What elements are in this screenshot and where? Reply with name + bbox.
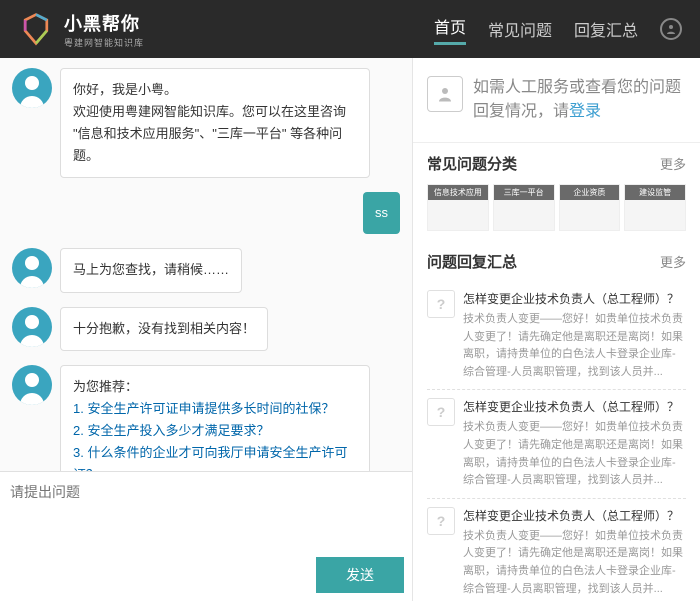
nav-faq[interactable]: 常见问题 xyxy=(488,17,552,41)
header: 小黑帮你 粵建网智能知识库 首页 常见问题 回复汇总 xyxy=(0,0,700,58)
section-title: 常见问题分类 xyxy=(427,153,517,174)
faq-content: 怎样变更企业技术负责人（总工程师）？ 技术负责人变更——您好！如贵单位技术负责人变… xyxy=(463,507,686,598)
nav-replies[interactable]: 回复汇总 xyxy=(574,17,638,41)
category-list: 信息技术应用三库一平台企业资质建设监管 xyxy=(427,184,686,231)
category-thumb xyxy=(428,200,488,230)
faq-content: 怎样变更企业技术负责人（总工程师）？ 技术负责人变更——您好！如贵单位技术负责人变… xyxy=(463,290,686,381)
question-icon: ? xyxy=(427,398,455,426)
bot-avatar xyxy=(12,68,52,108)
faq-question: 怎样变更企业技术负责人（总工程师）？ xyxy=(463,398,686,415)
brand-subtitle: 粵建网智能知识库 xyxy=(64,36,144,49)
main: 你好，我是小粤。 欢迎使用粤建网智能知识库。您可以在这里咨询 "信息和技术应用服… xyxy=(0,58,700,601)
faq-item[interactable]: ? 怎样变更企业技术负责人（总工程师）？ 技术负责人变更——您好！如贵单位技术负责人… xyxy=(427,390,686,498)
faq-content: 怎样变更企业技术负责人（总工程师）？ 技术负责人变更——您好！如贵单位技术负责人变… xyxy=(463,398,686,489)
message-bubble: ss xyxy=(363,192,400,234)
bot-message: 你好，我是小粤。 欢迎使用粤建网智能知识库。您可以在这里咨询 "信息和技术应用服… xyxy=(12,68,400,178)
category-item[interactable]: 信息技术应用 xyxy=(427,184,489,231)
greeting-text: 你好，我是小粤。 xyxy=(73,79,357,101)
rec-item[interactable]: 3. 什么条件的企业才可向我厅申请安全生产许可证？ xyxy=(73,442,357,471)
category-item[interactable]: 三库一平台 xyxy=(493,184,555,231)
message-bubble: 你好，我是小粤。 欢迎使用粤建网智能知识库。您可以在这里咨询 "信息和技术应用服… xyxy=(60,68,370,178)
faq-list: ? 怎样变更企业技术负责人（总工程师）？ 技术负责人变更——您好！如贵单位技术负责人… xyxy=(427,282,686,601)
login-line2: 回复情况，请 xyxy=(473,103,569,120)
login-text: 如需人工服务或查看您的问题 回复情况，请登录 xyxy=(473,76,686,124)
section-header: 问题回复汇总 更多 xyxy=(427,251,686,272)
category-item[interactable]: 建设监管 xyxy=(624,184,686,231)
faq-answer: 技术负责人变更——您好！如贵单位技术负责人变更了！请先确定他是离职还是离岗！如果… xyxy=(463,528,686,598)
login-link[interactable]: 登录 xyxy=(569,103,601,120)
bot-avatar xyxy=(12,365,52,405)
sidebar: 如需人工服务或查看您的问题 回复情况，请登录 常见问题分类 更多 信息技术应用三… xyxy=(412,58,700,601)
category-label: 三库一平台 xyxy=(494,185,554,200)
faq-question: 怎样变更企业技术负责人（总工程师）？ xyxy=(463,507,686,524)
category-thumb xyxy=(494,200,554,230)
question-icon: ? xyxy=(427,290,455,318)
faq-item[interactable]: ? 怎样变更企业技术负责人（总工程师）？ 技术负责人变更——您好！如贵单位技术负责人… xyxy=(427,282,686,390)
faq-answer: 技术负责人变更——您好！如贵单位技术负责人变更了！请先确定他是离职还是离岗！如果… xyxy=(463,311,686,381)
send-bar: 发送 xyxy=(0,549,412,601)
recommendation-bubble: 为您推荐： 1. 安全生产许可证申请提供多长时间的社保？2. 安全生产投入多少才… xyxy=(60,365,370,471)
user-icon[interactable] xyxy=(660,18,682,40)
brand: 小黑帮你 粵建网智能知识库 xyxy=(64,10,144,49)
intro-text: 欢迎使用粤建网智能知识库。您可以在这里咨询 "信息和技术应用服务"、"三库一平台… xyxy=(73,101,357,167)
category-label: 建设监管 xyxy=(625,185,685,200)
input-area: 发送 xyxy=(0,471,412,601)
category-item[interactable]: 企业资质 xyxy=(559,184,621,231)
message-bubble: 十分抱歉，没有找到相关内容！ xyxy=(60,307,268,351)
bot-message: 十分抱歉，没有找到相关内容！ xyxy=(12,307,400,351)
faq-question: 怎样变更企业技术负责人（总工程师）？ xyxy=(463,290,686,307)
send-button[interactable]: 发送 xyxy=(316,557,404,593)
nav: 首页 常见问题 回复汇总 xyxy=(434,14,682,45)
bot-message: 马上为您查找，请稍候…… xyxy=(12,248,400,292)
chat-panel: 你好，我是小粤。 欢迎使用粤建网智能知识库。您可以在这里咨询 "信息和技术应用服… xyxy=(0,58,412,601)
rec-item[interactable]: 1. 安全生产许可证申请提供多长时间的社保？ xyxy=(73,398,357,420)
faq-section: 问题回复汇总 更多 ? 怎样变更企业技术负责人（总工程师）？ 技术负责人变更——您好… xyxy=(413,241,700,601)
bot-avatar xyxy=(12,307,52,347)
category-thumb xyxy=(560,200,620,230)
category-label: 企业资质 xyxy=(560,185,620,200)
rec-title: 为您推荐： xyxy=(73,376,357,398)
section-header: 常见问题分类 更多 xyxy=(427,153,686,174)
bot-avatar xyxy=(12,248,52,288)
more-link[interactable]: 更多 xyxy=(660,252,686,271)
message-bubble: 马上为您查找，请稍候…… xyxy=(60,248,242,292)
bot-message: 为您推荐： 1. 安全生产许可证申请提供多长时间的社保？2. 安全生产投入多少才… xyxy=(12,365,400,471)
section-title: 问题回复汇总 xyxy=(427,251,517,272)
faq-answer: 技术负责人变更——您好！如贵单位技术负责人变更了！请先确定他是离职还是离岗！如果… xyxy=(463,419,686,489)
logo-icon xyxy=(18,11,54,47)
user-message: ss xyxy=(12,192,400,234)
category-section: 常见问题分类 更多 信息技术应用三库一平台企业资质建设监管 xyxy=(413,143,700,241)
more-link[interactable]: 更多 xyxy=(660,154,686,173)
faq-item[interactable]: ? 怎样变更企业技术负责人（总工程师）？ 技术负责人变更——您好！如贵单位技术负责人… xyxy=(427,499,686,601)
login-line1: 如需人工服务或查看您的问题 xyxy=(473,79,681,96)
category-thumb xyxy=(625,200,685,230)
rec-item[interactable]: 2. 安全生产投入多少才满足要求？ xyxy=(73,420,357,442)
nav-home[interactable]: 首页 xyxy=(434,14,466,45)
brand-title: 小黑帮你 xyxy=(64,10,144,36)
person-icon xyxy=(427,76,463,112)
login-prompt: 如需人工服务或查看您的问题 回复情况，请登录 xyxy=(413,58,700,143)
chat-input[interactable] xyxy=(0,472,412,549)
question-icon: ? xyxy=(427,507,455,535)
category-label: 信息技术应用 xyxy=(428,185,488,200)
message-list: 你好，我是小粤。 欢迎使用粤建网智能知识库。您可以在这里咨询 "信息和技术应用服… xyxy=(0,58,412,471)
